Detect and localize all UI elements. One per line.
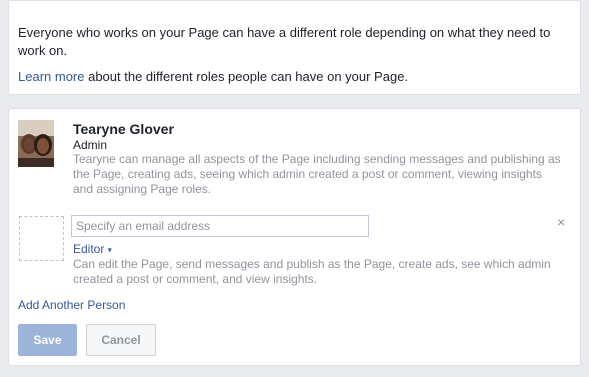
close-icon[interactable]: × (557, 215, 565, 229)
learn-more-link[interactable]: Learn more (18, 69, 84, 84)
learn-more-line: Learn more about the different roles peo… (18, 68, 408, 86)
page-roles-card: Tearyne Glover Admin Tearyne can manage … (8, 108, 581, 366)
avatar (18, 120, 54, 167)
learn-more-rest: about the different roles people can hav… (84, 69, 409, 84)
role-dropdown-label: Editor (73, 242, 105, 256)
role-description: Can edit the Page, send messages and pub… (73, 257, 551, 286)
save-button[interactable]: Save (18, 324, 77, 356)
admin-role: Admin (73, 138, 108, 152)
roles-intro-card: Everyone who works on your Page can have… (8, 0, 581, 95)
chevron-down-icon: ▾ (107, 245, 112, 255)
profile-photo-image (18, 120, 54, 167)
new-person-avatar-placeholder (19, 216, 64, 261)
intro-text: Everyone who works on your Page can have… (18, 25, 551, 58)
add-another-person-link[interactable]: Add Another Person (18, 298, 125, 312)
admin-role-description: Tearyne can manage all aspects of the Pa… (73, 152, 561, 196)
cancel-button[interactable]: Cancel (86, 324, 156, 356)
role-dropdown[interactable]: Editor ▾ (73, 242, 112, 256)
email-input[interactable] (71, 215, 369, 237)
admin-name[interactable]: Tearyne Glover (73, 121, 174, 137)
